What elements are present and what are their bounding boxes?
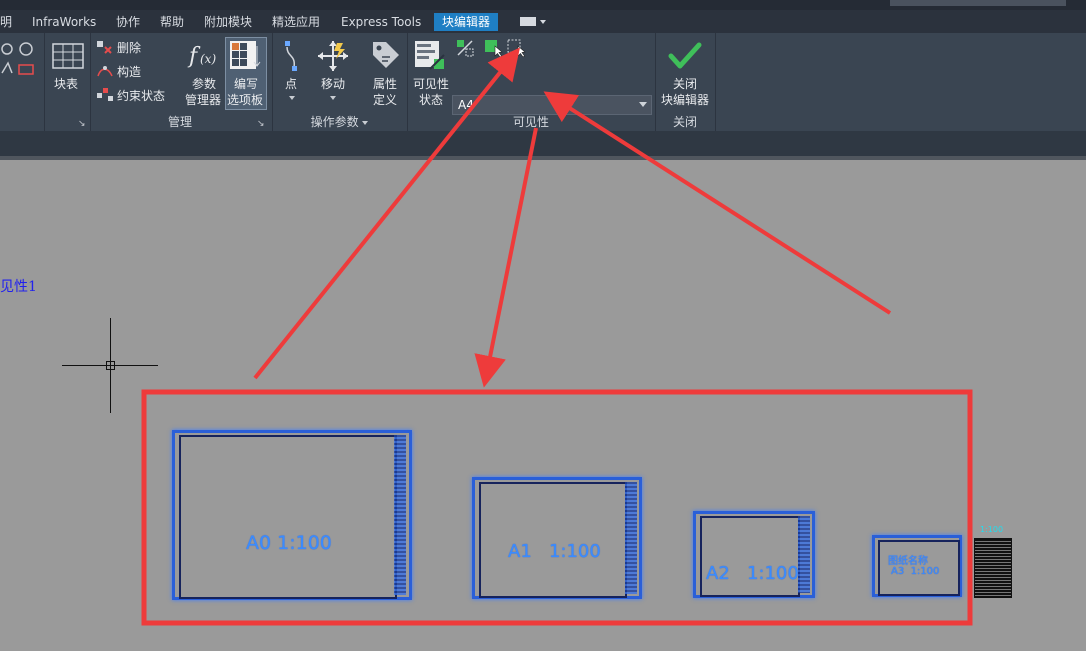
annotation-overlay <box>141 47 973 626</box>
arrow-to-dropdown <box>543 91 892 315</box>
arrow-to-frames <box>474 127 538 388</box>
arrow-to-visibility-icons <box>253 47 521 380</box>
highlight-rectangle <box>141 389 973 626</box>
